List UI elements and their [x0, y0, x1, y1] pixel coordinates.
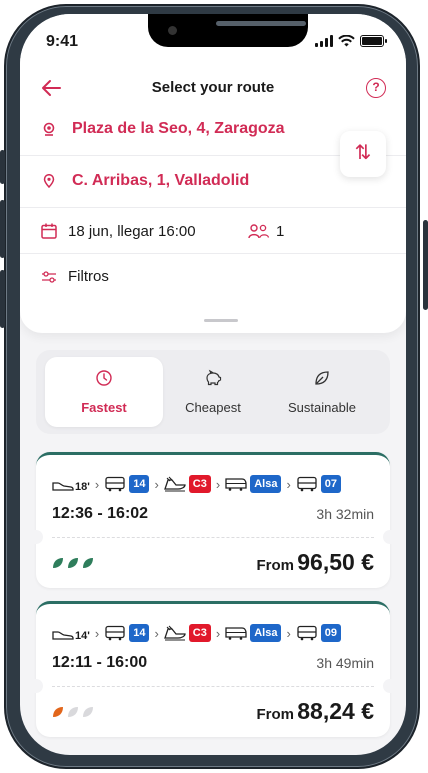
card-divider	[52, 686, 374, 687]
wifi-icon	[338, 35, 355, 47]
coach-icon	[225, 627, 247, 640]
card-divider	[52, 537, 374, 538]
eco-leaf-icon	[53, 558, 63, 568]
trip-duration: 3h 49min	[316, 655, 374, 671]
train-icon	[163, 476, 186, 492]
chevron-right-icon: ›	[154, 476, 159, 492]
sort-tab-sustainable[interactable]: Sustainable	[263, 357, 381, 427]
line-badge: C3	[188, 475, 211, 493]
route-segments: 14' › 14 › C3 › Alsa › 09	[52, 622, 342, 644]
ticket-notch	[29, 679, 43, 693]
eco-rating	[52, 706, 94, 718]
filters-row[interactable]: Filtros	[20, 254, 406, 300]
signal-icon	[315, 35, 333, 47]
chevron-right-icon: ›	[215, 625, 221, 641]
sort-label: Cheapest	[185, 400, 241, 415]
sort-label: Sustainable	[288, 400, 356, 415]
status-icons	[315, 35, 387, 47]
destination-pin-icon	[43, 174, 55, 188]
eco-leaf-icon	[68, 558, 78, 568]
line-badge: Alsa	[250, 475, 282, 493]
walk-shoe-icon	[52, 482, 74, 491]
ticket-notch	[29, 530, 43, 544]
route-result-card[interactable]: 18' › 14 › C3 › Alsa › 07 12:36 - 16:02 …	[29, 452, 397, 588]
ticket-notch	[383, 530, 397, 544]
phone-side-button	[423, 220, 428, 310]
eco-leaf-icon	[68, 707, 78, 717]
bus-icon	[105, 625, 125, 641]
departure-arrival-times: 12:36 - 16:02	[52, 505, 149, 522]
route-result-card[interactable]: 14' › 14 › C3 › Alsa › 09 12:11 - 16:00 …	[29, 601, 397, 737]
price-prefix: From	[256, 557, 295, 574]
bus-icon	[297, 625, 317, 641]
date-text: 18 jun, llegar 16:00	[68, 223, 196, 240]
walk-minutes: 18'	[75, 481, 90, 493]
chevron-right-icon: ›	[94, 625, 100, 641]
filters-label: Filtros	[68, 268, 109, 285]
walk-shoe-icon	[52, 631, 74, 640]
leaf-icon	[315, 371, 329, 385]
bus-icon	[105, 476, 125, 492]
sheet-drag-handle[interactable]	[204, 319, 238, 322]
camera	[168, 26, 177, 35]
phone-side-button	[0, 200, 5, 258]
bus-icon	[297, 476, 317, 492]
help-button[interactable]: ?	[366, 78, 386, 98]
walk-minutes: 14'	[75, 630, 90, 642]
sort-tab-cheapest[interactable]: Cheapest	[154, 357, 272, 427]
chevron-right-icon: ›	[286, 625, 291, 641]
origin-text: Plaza de la Seo, 4, Zaragoza	[72, 120, 285, 137]
departure-arrival-times: 12:11 - 16:00	[52, 654, 148, 671]
sort-label: Fastest	[81, 400, 127, 415]
piggy-bank-icon	[206, 369, 222, 386]
eco-leaf-icon	[83, 558, 93, 568]
sort-segmented-control: Fastest Cheapest Sustainable	[36, 350, 390, 434]
swap-route-button[interactable]: ⇅	[340, 131, 386, 177]
filter-sliders-icon	[42, 271, 56, 283]
status-time: 9:41	[46, 33, 79, 50]
battery-icon	[360, 35, 387, 47]
train-icon	[163, 625, 186, 641]
coach-icon	[225, 478, 247, 491]
destination-text: C. Arribas, 1, Valladolid	[72, 172, 250, 189]
passengers-icon	[248, 224, 270, 239]
line-badge: 14	[129, 624, 150, 642]
speaker-grill	[216, 21, 306, 26]
line-badge: 09	[320, 624, 342, 642]
price-prefix: From	[256, 706, 295, 723]
route-segments: 18' › 14 › C3 › Alsa › 07	[52, 473, 342, 495]
line-badge: 07	[320, 475, 342, 493]
trip-duration: 3h 32min	[316, 506, 374, 522]
chevron-right-icon: ›	[154, 625, 159, 641]
eco-leaf-icon	[53, 707, 63, 717]
eco-rating	[52, 557, 94, 569]
price-value: 96,50 €	[297, 549, 374, 575]
header: Select your route ?	[20, 72, 406, 104]
date-passengers-row[interactable]: 18 jun, llegar 16:00 1	[20, 208, 406, 254]
ticket-notch	[383, 679, 397, 693]
line-badge: 14	[129, 475, 150, 493]
chevron-right-icon: ›	[94, 476, 100, 492]
price-value: 88,24 €	[297, 698, 374, 724]
phone-notch	[148, 14, 308, 47]
chevron-right-icon: ›	[286, 476, 291, 492]
calendar-icon	[41, 223, 57, 239]
eco-leaf-icon	[83, 707, 93, 717]
origin-pin-icon	[43, 122, 55, 136]
line-badge: C3	[188, 624, 211, 642]
line-badge: Alsa	[250, 624, 282, 642]
phone-side-button	[0, 150, 5, 184]
app-screen: 9:41 Select your route ? Plaza de la Seo…	[20, 14, 406, 755]
phone-side-button	[0, 270, 5, 328]
clock-icon	[96, 370, 112, 386]
passenger-count: 1	[276, 223, 285, 240]
chevron-right-icon: ›	[215, 476, 221, 492]
sort-tab-fastest[interactable]: Fastest	[45, 357, 163, 427]
page-title: Select your route	[151, 79, 275, 96]
